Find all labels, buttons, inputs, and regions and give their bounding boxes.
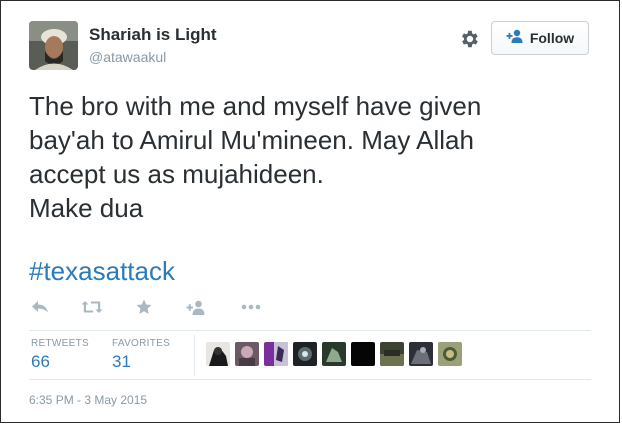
favoriter-avatars xyxy=(206,342,462,366)
favoriter-avatar[interactable] xyxy=(322,342,346,366)
follow-button-label: Follow xyxy=(529,30,575,46)
add-user-icon xyxy=(506,29,524,48)
follow-button[interactable]: Follow xyxy=(491,21,589,55)
retweet-icon[interactable] xyxy=(81,297,103,317)
tweet-text-line: Make dua xyxy=(29,193,144,223)
tweet-text: The bro with me and myself have given ba… xyxy=(29,89,589,225)
display-name[interactable]: Shariah is Light xyxy=(89,25,217,45)
hashtag-link[interactable]: #texasattack xyxy=(29,256,175,286)
tweet-text-line: accept us as mujahideen. xyxy=(29,159,324,189)
favoriter-avatar[interactable] xyxy=(438,342,462,366)
stats-top-divider xyxy=(29,330,591,331)
more-icon[interactable] xyxy=(241,297,261,317)
tweet-timestamp[interactable]: 6:35 PM - 3 May 2015 xyxy=(29,393,147,407)
tweet-text-line: bay'ah to Amirul Mu'mineen. May Allah xyxy=(29,125,474,155)
favorites-count[interactable]: 31 xyxy=(112,352,131,372)
tweet-card: Shariah is Light @atawaakul Follow The b… xyxy=(0,0,620,423)
reply-icon[interactable] xyxy=(31,297,49,317)
user-avatar[interactable] xyxy=(29,21,78,70)
favoriter-avatar[interactable] xyxy=(293,342,317,366)
stats-bottom-divider xyxy=(29,379,591,380)
favoriter-avatar[interactable] xyxy=(206,342,230,366)
favorite-icon[interactable] xyxy=(136,297,152,317)
retweets-count[interactable]: 66 xyxy=(31,352,50,372)
favoriter-avatar[interactable] xyxy=(380,342,404,366)
favorites-label: FAVORITES xyxy=(112,338,171,349)
favoriter-avatar[interactable] xyxy=(235,342,259,366)
gear-icon[interactable] xyxy=(458,28,480,50)
retweets-label: RETWEETS xyxy=(31,338,89,349)
favoriter-avatar[interactable] xyxy=(409,342,433,366)
favoriter-avatar[interactable] xyxy=(264,342,288,366)
user-handle[interactable]: @atawaakul xyxy=(89,49,166,65)
follow-icon[interactable] xyxy=(186,297,206,317)
favoriter-avatar[interactable] xyxy=(351,342,375,366)
tweet-text-line: The bro with me and myself have given xyxy=(29,91,482,121)
stats-vertical-divider xyxy=(194,335,195,376)
